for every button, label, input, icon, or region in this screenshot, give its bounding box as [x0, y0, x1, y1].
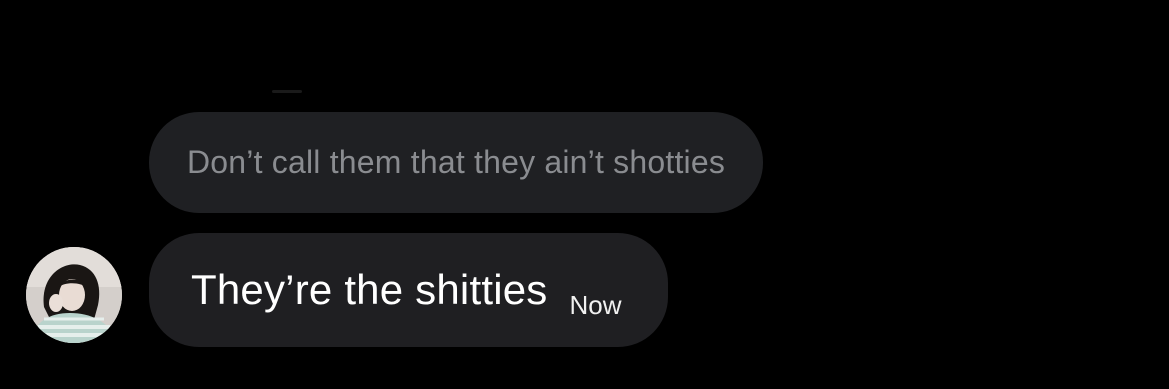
profile-photo-icon	[26, 247, 122, 343]
quoted-reply-text: Don’t call them that they ain’t shotties	[187, 144, 726, 180]
sender-avatar[interactable]	[26, 247, 122, 343]
message-bubble[interactable]: They’re the shitties Now	[149, 233, 668, 347]
message-timestamp: Now	[569, 289, 622, 320]
divider	[272, 90, 302, 93]
message-text: They’re the shitties	[191, 266, 548, 313]
chat-thread: Don’t call them that they ain’t shotties…	[0, 0, 1169, 389]
quoted-reply-bubble[interactable]: Don’t call them that they ain’t shotties	[149, 112, 764, 213]
